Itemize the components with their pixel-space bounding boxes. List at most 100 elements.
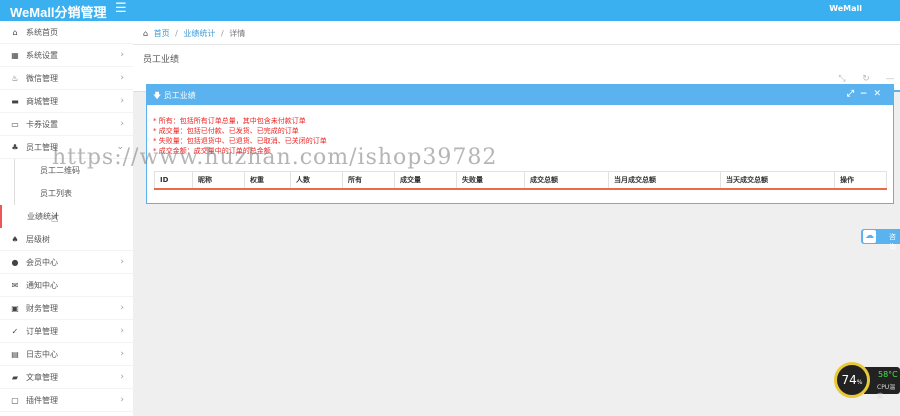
sidebar-item-orders[interactable]: ✓ 订单管理 › xyxy=(0,320,133,343)
chevron-right-icon: › xyxy=(120,372,124,382)
sidebar: ⌂ 系统首页 ▦ 系统设置 › ♨ 微信管理 › ▬ 商城管理 › ▭ 卡券设置… xyxy=(0,21,133,416)
sidebar-item-finance[interactable]: ▣ 财务管理 › xyxy=(0,297,133,320)
sidebar-item-shop[interactable]: ▬ 商城管理 › xyxy=(0,90,133,113)
check-icon: ✓ xyxy=(11,327,19,336)
chevron-right-icon: › xyxy=(120,395,124,405)
sidebar-subitem-performance[interactable]: 业绩统计 ☝ xyxy=(0,205,133,228)
sidebar-item-system-settings[interactable]: ▦ 系统设置 › xyxy=(0,44,133,67)
envelope-icon: ✉ xyxy=(11,281,19,290)
app-title: WeMall分销管理 xyxy=(10,5,107,20)
sidebar-item-coupons[interactable]: ▭ 卡券设置 › xyxy=(0,113,133,136)
sidebar-item-label: 订单管理 xyxy=(26,327,58,336)
cpu-temperature-label: CPU温度 xyxy=(877,384,896,400)
sidebar-item-label: 卡券设置 xyxy=(26,120,58,129)
bell-icon: ♠ xyxy=(11,235,19,244)
sidebar-item-logs[interactable]: ▤ 日志中心 › xyxy=(0,343,133,366)
note-line: * 所有：包括所有订单总量，其中包含未付款订单 xyxy=(153,117,306,125)
sidebar-item-label: 文章管理 xyxy=(26,373,58,382)
sidebar-item-label: 系统设置 xyxy=(26,51,58,60)
page-title: 员工业绩 xyxy=(143,55,180,65)
column-header[interactable]: 当天成交总额 xyxy=(720,171,835,190)
column-header[interactable]: 人数 xyxy=(290,171,343,190)
sidebar-item-label: 通知中心 xyxy=(26,281,58,290)
panel-header: 🡇 员工业绩 ⤢−✕ xyxy=(147,85,893,105)
sidebar-item-hierarchy[interactable]: ♠ 层级树 xyxy=(0,228,133,251)
column-header[interactable]: 昵称 xyxy=(192,171,245,190)
home-icon: ⌂ xyxy=(12,28,18,37)
grid-icon: ▦ xyxy=(11,51,19,60)
sitemap-icon: ♣ xyxy=(11,143,19,152)
column-header[interactable]: 成交总额 xyxy=(524,171,609,190)
folder-icon: ▰ xyxy=(11,373,19,382)
breadcrumb: ⌂ 首页 / 业绩统计 / 详情 xyxy=(133,21,900,45)
chevron-right-icon: › xyxy=(120,303,124,313)
chevron-right-icon: › xyxy=(120,73,124,83)
staff-performance-panel: 🡇 员工业绩 ⤢−✕ * 所有：包括所有订单总量，其中包含未付款订单 * 成交量… xyxy=(146,84,894,204)
log-icon: ▤ xyxy=(11,350,19,359)
card-icon: ▭ xyxy=(11,120,19,129)
arrow-down-icon: 🡇 xyxy=(153,91,164,100)
sidebar-item-articles[interactable]: ▰ 文章管理 › xyxy=(0,366,133,389)
chevron-right-icon: › xyxy=(120,96,124,106)
breadcrumb-home-link[interactable]: 首页 xyxy=(154,29,170,38)
sidebar-subitem-staff-list[interactable]: 员工列表 xyxy=(14,182,133,205)
chevron-right-icon: › xyxy=(120,50,124,60)
top-navbar: WeMall分销管理 ☰ WeMall xyxy=(0,0,900,21)
cpu-temperature: 58°C xyxy=(878,370,898,379)
performance-table: ID 昵称 权重 人数 所有 成交量 失败量 成交总额 当月成交总额 当天成交总… xyxy=(154,171,887,190)
column-header[interactable]: 失败量 xyxy=(456,171,525,190)
sidebar-item-label: 系统首页 xyxy=(26,28,58,37)
breadcrumb-current: 详情 xyxy=(229,29,246,38)
sidebar-item-home[interactable]: ⌂ 系统首页 xyxy=(0,21,133,44)
column-header[interactable]: 当月成交总额 xyxy=(608,171,721,190)
sidebar-item-notifications[interactable]: ✉ 通知中心 xyxy=(0,274,133,297)
cpu-temperature-widget: 74% 58°C CPU温度 xyxy=(834,362,900,400)
chevron-right-icon: › xyxy=(120,257,124,267)
sidebar-item-members[interactable]: ● 会员中心 › xyxy=(0,251,133,274)
sidebar-item-label: 插件管理 xyxy=(26,396,58,405)
breadcrumb-separator: / xyxy=(220,29,224,38)
consult-button[interactable]: ☁ 咨询 xyxy=(861,229,900,251)
breadcrumb-separator: / xyxy=(175,29,178,38)
money-icon: ▣ xyxy=(11,304,19,313)
cpu-percent: 74 xyxy=(841,373,857,387)
sidebar-item-label: 财务管理 xyxy=(26,304,58,313)
consult-button-label: 咨询 xyxy=(889,233,896,251)
chevron-right-icon: › xyxy=(120,326,124,336)
hand-cursor-icon: ☝ xyxy=(51,211,59,225)
sidebar-item-label: 商城管理 xyxy=(26,97,58,106)
account-label[interactable]: WeMall xyxy=(829,4,862,13)
hamburger-icon[interactable]: ☰ xyxy=(115,1,127,16)
column-header[interactable]: ID xyxy=(154,171,193,190)
user-icon: ● xyxy=(11,258,19,267)
home-icon[interactable]: ⌂ xyxy=(143,29,148,38)
table-header-row: ID 昵称 权重 人数 所有 成交量 失败量 成交总额 当月成交总额 当天成交总… xyxy=(154,171,887,190)
plugin-icon: ▢ xyxy=(11,396,19,405)
chevron-right-icon: › xyxy=(120,349,124,359)
sidebar-item-plugins[interactable]: ▢ 插件管理 › xyxy=(0,389,133,412)
cpu-usage-gauge: 74% xyxy=(834,362,870,398)
breadcrumb-parent-link[interactable]: 业绩统计 xyxy=(183,29,215,38)
sidebar-subitem-label: 员工列表 xyxy=(40,189,72,198)
close-icon[interactable]: ✕ xyxy=(873,89,887,99)
sidebar-item-label: 微信管理 xyxy=(26,74,58,83)
expand-icon[interactable]: ⤢ xyxy=(847,89,860,99)
cpu-percent-unit: % xyxy=(856,379,863,386)
sidebar-item-label: 层级树 xyxy=(26,235,50,244)
chat-icon: ☁ xyxy=(863,230,876,243)
column-header[interactable]: 权重 xyxy=(244,171,291,190)
watermark: https://www.huzhan.com/ishop39782 xyxy=(52,145,498,170)
sidebar-item-label: 日志中心 xyxy=(26,350,58,359)
collapse-icon[interactable]: − xyxy=(860,89,874,99)
sidebar-item-wechat[interactable]: ♨ 微信管理 › xyxy=(0,67,133,90)
cart-icon: ▬ xyxy=(11,97,19,106)
sidebar-item-label: 会员中心 xyxy=(26,258,58,267)
column-header[interactable]: 成交量 xyxy=(394,171,457,190)
main-content: ⌂ 首页 / 业绩统计 / 详情 员工业绩 ⤡ ↻ — 🡇 员工业绩 ⤢−✕ *… xyxy=(133,21,900,416)
panel-tools: ⤢−✕ xyxy=(847,89,887,99)
chevron-right-icon: › xyxy=(120,119,124,129)
column-header[interactable]: 所有 xyxy=(342,171,395,190)
column-header[interactable]: 操作 xyxy=(834,171,887,190)
flame-icon: ♨ xyxy=(11,74,19,83)
note-line: * 成交量：包括已付款、已发货、已完成的订单 xyxy=(153,127,299,135)
